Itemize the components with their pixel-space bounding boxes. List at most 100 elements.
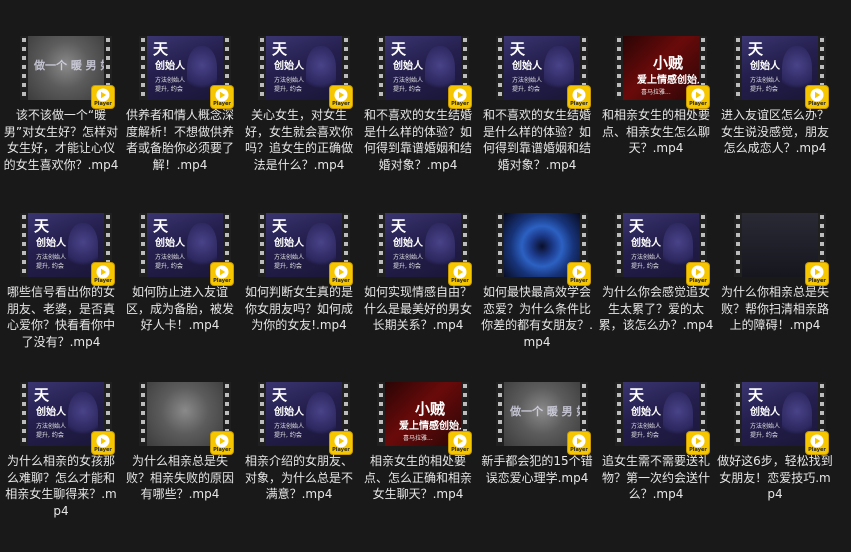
player-app-icon: Player	[806, 432, 828, 454]
video-file-item[interactable]: 天创始人 方法创始人 提升, 约会 Player 如何防止进入友谊区，成为备胎，被发好人…	[121, 213, 239, 383]
video-file-item[interactable]: 天创始人 方法创始人 提升, 约会 Player 和不喜欢的女生结婚是什么样的体验？如何…	[359, 36, 477, 206]
thumbnail-caption: 创始人	[512, 61, 542, 72]
thumbnail-caption: 提升, 约会	[274, 86, 302, 93]
player-app-icon: Player	[806, 86, 828, 108]
video-file-item[interactable]: 天创始人 方法创始人 提升, 约会 Player 做好这6步，轻松找到女朋友！恋爱技巧.…	[716, 382, 834, 552]
video-file-item[interactable]: 天创始人 方法创始人 提升, 约会 Player 关心女生，对女生好，女生就会喜欢你吗？…	[240, 36, 358, 206]
file-name: 相亲介绍的女朋友、对象，为什么总是不满意？.mp4	[244, 454, 353, 501]
video-thumbnail: 天创始人 方法创始人 提升, 约会 Player	[20, 382, 114, 454]
film-strip-left	[734, 36, 742, 100]
video-thumbnail: 天创始人 方法创始人 提升, 约会 Player	[258, 36, 352, 108]
player-app-icon: Player	[568, 86, 590, 108]
thumbnail-caption: 天	[748, 386, 764, 404]
film-strip-left	[20, 382, 28, 446]
thumbnail-caption: 创始人	[274, 238, 304, 249]
file-name: 新手都会犯的15个错误恋爱心理学.mp4	[481, 454, 593, 485]
video-thumbnail: 天创始人 方法创始人 提升, 约会 Player	[734, 36, 828, 108]
thumbnail-caption: 方法创始人	[750, 423, 781, 430]
file-name: 进入友谊区怎么办？女生说没感觉，朋友怎么成恋人？.mp4	[720, 108, 829, 155]
player-app-icon: Player	[211, 263, 233, 285]
file-name: 如何最快最高效学会恋爱？为什么条件比你差的都有女朋友？.mp4	[481, 285, 593, 349]
file-name: 为什么相亲总是失败？相亲失败的原因有哪些？.mp4	[125, 454, 234, 501]
thumbnail-caption: 创始人	[750, 407, 780, 418]
video-file-item[interactable]: 天创始人 方法创始人 提升, 约会 Player 进入友谊区怎么办？女生说没感觉，朋友怎…	[716, 36, 834, 206]
thumbnail-caption: 提升, 约会	[36, 432, 64, 439]
video-file-item[interactable]: 天创始人 方法创始人 提升, 约会 Player 供养者和情人概念深度解析！不想做供养者…	[121, 36, 239, 206]
thumbnail-caption: 创始人	[274, 61, 304, 72]
file-name: 为什么你相亲总是失败？帮你扫清相亲路上的障碍！.mp4	[720, 285, 829, 332]
player-app-icon: Player	[92, 263, 114, 285]
video-file-item[interactable]: 天创始人 方法创始人 提升, 约会 Player 和不喜欢的女生结婚是什么样的体验？如何…	[478, 36, 596, 206]
video-file-item[interactable]: Player 如何最快最高效学会恋爱？为什么条件比你差的都有女朋友？.mp4	[478, 213, 596, 383]
file-grid: 做一个 暖 男 好吗Player该不该做一个“暖男”对女生好？怎样对女生好，才能…	[0, 0, 851, 518]
player-app-icon: Player	[568, 432, 590, 454]
thumbnail-caption: 天	[510, 40, 526, 58]
thumbnail-caption: 天	[629, 217, 645, 235]
film-strip-left	[615, 36, 623, 100]
video-thumbnail: Player	[496, 213, 590, 285]
thumbnail-caption: 爱上情感创始人	[399, 421, 461, 432]
thumbnail-caption: 做一个 暖 男 好吗	[34, 59, 104, 72]
video-file-item[interactable]: 天创始人 方法创始人 提升, 约会 Player 如何实现情感自由？什么是最美好的男女长…	[359, 213, 477, 383]
thumbnail-caption: 创始人	[393, 238, 423, 249]
video-thumbnail: 做一个 暖 男 好吗 Player	[496, 382, 590, 454]
video-file-item[interactable]: 小贼爱上情感创始人喜马拉雅... Player相亲女生的相处要点、怎么正确和相亲女…	[359, 382, 477, 552]
thumbnail-caption: 天	[34, 217, 50, 235]
thumbnail-caption: 天	[391, 217, 407, 235]
video-thumbnail: 天创始人 方法创始人 提升, 约会 Player	[139, 36, 233, 108]
video-file-item[interactable]: Player 为什么相亲总是失败？相亲失败的原因有哪些？.mp4	[121, 382, 239, 552]
film-strip-left	[139, 382, 147, 446]
file-name: 供养者和情人概念深度解析！不想做供养者或备胎你必须要了解！.mp4	[125, 108, 234, 172]
video-file-item[interactable]: 做一个 暖 男 好吗 Player新手都会犯的15个错误恋爱心理学.mp4	[478, 382, 596, 552]
video-file-item[interactable]: 天创始人 方法创始人 提升, 约会 Player 追女生需不需要送礼物？第一次约会送什么…	[597, 382, 715, 552]
film-strip-left	[377, 213, 385, 277]
film-strip-left	[615, 382, 623, 446]
film-strip-left	[734, 213, 742, 277]
film-strip-left	[139, 36, 147, 100]
thumbnail-caption: 方法创始人	[155, 254, 186, 261]
file-name: 为什么相亲的女孩那么难聊？怎么才能和相亲女生聊得来？.mp4	[5, 454, 117, 518]
video-file-item[interactable]: 天创始人 方法创始人 提升, 约会 Player 相亲介绍的女朋友、对象，为什么总是不满…	[240, 382, 358, 552]
thumbnail-caption: 天	[153, 40, 169, 58]
thumbnail-caption: 天	[748, 40, 764, 58]
thumbnail-caption: 提升, 约会	[750, 86, 778, 93]
thumbnail-caption: 喜马拉雅...	[641, 89, 671, 96]
video-file-item[interactable]: 小贼爱上情感创始人喜马拉雅... Player和相亲女生的相处要点、相亲女生怎么聊…	[597, 36, 715, 206]
file-name: 做好这6步，轻松找到女朋友！恋爱技巧.mp4	[717, 454, 833, 501]
thumbnail-caption: 小贼	[653, 54, 684, 72]
film-strip-left	[258, 213, 266, 277]
video-thumbnail: Player	[734, 213, 828, 285]
thumbnail-caption: 天	[34, 386, 50, 404]
player-app-icon: Player	[568, 263, 590, 285]
player-app-icon: Player	[92, 86, 114, 108]
thumbnail-caption: 提升, 约会	[393, 263, 421, 270]
thumbnail-caption: 方法创始人	[631, 254, 662, 261]
video-file-item[interactable]: Player 为什么你相亲总是失败？帮你扫清相亲路上的障碍！.mp4	[716, 213, 834, 383]
thumbnail-caption: 创始人	[393, 61, 423, 72]
video-thumbnail: Player	[139, 382, 233, 454]
video-file-item[interactable]: 天创始人 方法创始人 提升, 约会 Player 为什么你会感觉追女生太累了？爱的太累，…	[597, 213, 715, 383]
thumbnail-caption: 提升, 约会	[631, 263, 659, 270]
video-file-item[interactable]: 天创始人 方法创始人 提升, 约会 Player 如何判断女生真的是你女朋友吗？如何成为…	[240, 213, 358, 383]
file-name: 和不喜欢的女生结婚是什么样的体验？如何得到靠谱婚姻和结婚对象？.mp4	[363, 108, 472, 172]
film-strip-left	[615, 213, 623, 277]
player-app-icon: Player	[687, 263, 709, 285]
thumbnail-caption: 提升, 约会	[512, 86, 540, 93]
video-thumbnail: 天创始人 方法创始人 提升, 约会 Player	[377, 36, 471, 108]
thumbnail-caption: 方法创始人	[36, 254, 67, 261]
film-strip-left	[139, 213, 147, 277]
video-file-item[interactable]: 天创始人 方法创始人 提升, 约会 Player 为什么相亲的女孩那么难聊？怎么才能和相…	[2, 382, 120, 552]
video-file-item[interactable]: 做一个 暖 男 好吗 Player该不该做一个“暖男”对女生好？怎样对女生好，才能…	[2, 36, 120, 206]
thumbnail-caption: 创始人	[36, 407, 66, 418]
thumbnail-caption: 创始人	[750, 61, 780, 72]
film-strip-left	[496, 382, 504, 446]
thumbnail-caption: 创始人	[155, 61, 185, 72]
thumbnail-caption: 创始人	[155, 238, 185, 249]
video-thumbnail: 天创始人 方法创始人 提升, 约会 Player	[615, 382, 709, 454]
thumbnail-caption: 创始人	[274, 407, 304, 418]
film-strip-left	[377, 36, 385, 100]
video-thumbnail: 天创始人 方法创始人 提升, 约会 Player	[258, 213, 352, 285]
player-app-icon: Player	[687, 432, 709, 454]
player-app-icon: Player	[330, 432, 352, 454]
video-file-item[interactable]: 天创始人 方法创始人 提升, 约会 Player 哪些信号看出你的女朋友、老婆，是否真心…	[2, 213, 120, 383]
